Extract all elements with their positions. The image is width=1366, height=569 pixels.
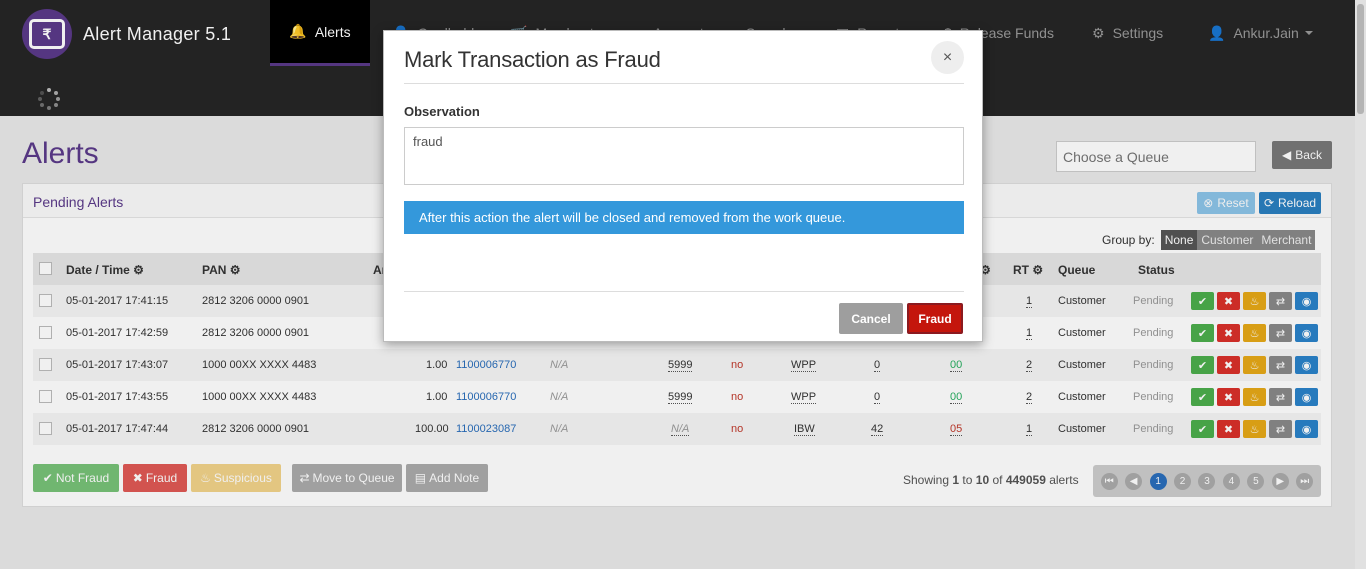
close-icon[interactable]: × <box>931 41 964 74</box>
confirm-fraud-button[interactable]: Fraud <box>907 303 963 334</box>
divider <box>404 291 964 292</box>
dialog-title: Mark Transaction as Fraud <box>404 47 661 72</box>
info-alert: After this action the alert will be clos… <box>404 201 964 234</box>
divider <box>404 83 964 84</box>
observation-field[interactable]: fraud <box>404 127 964 185</box>
mark-fraud-dialog: Mark Transaction as Fraud × Observation … <box>383 30 983 342</box>
cancel-button[interactable]: Cancel <box>839 303 903 334</box>
observation-label: Observation <box>404 104 480 119</box>
